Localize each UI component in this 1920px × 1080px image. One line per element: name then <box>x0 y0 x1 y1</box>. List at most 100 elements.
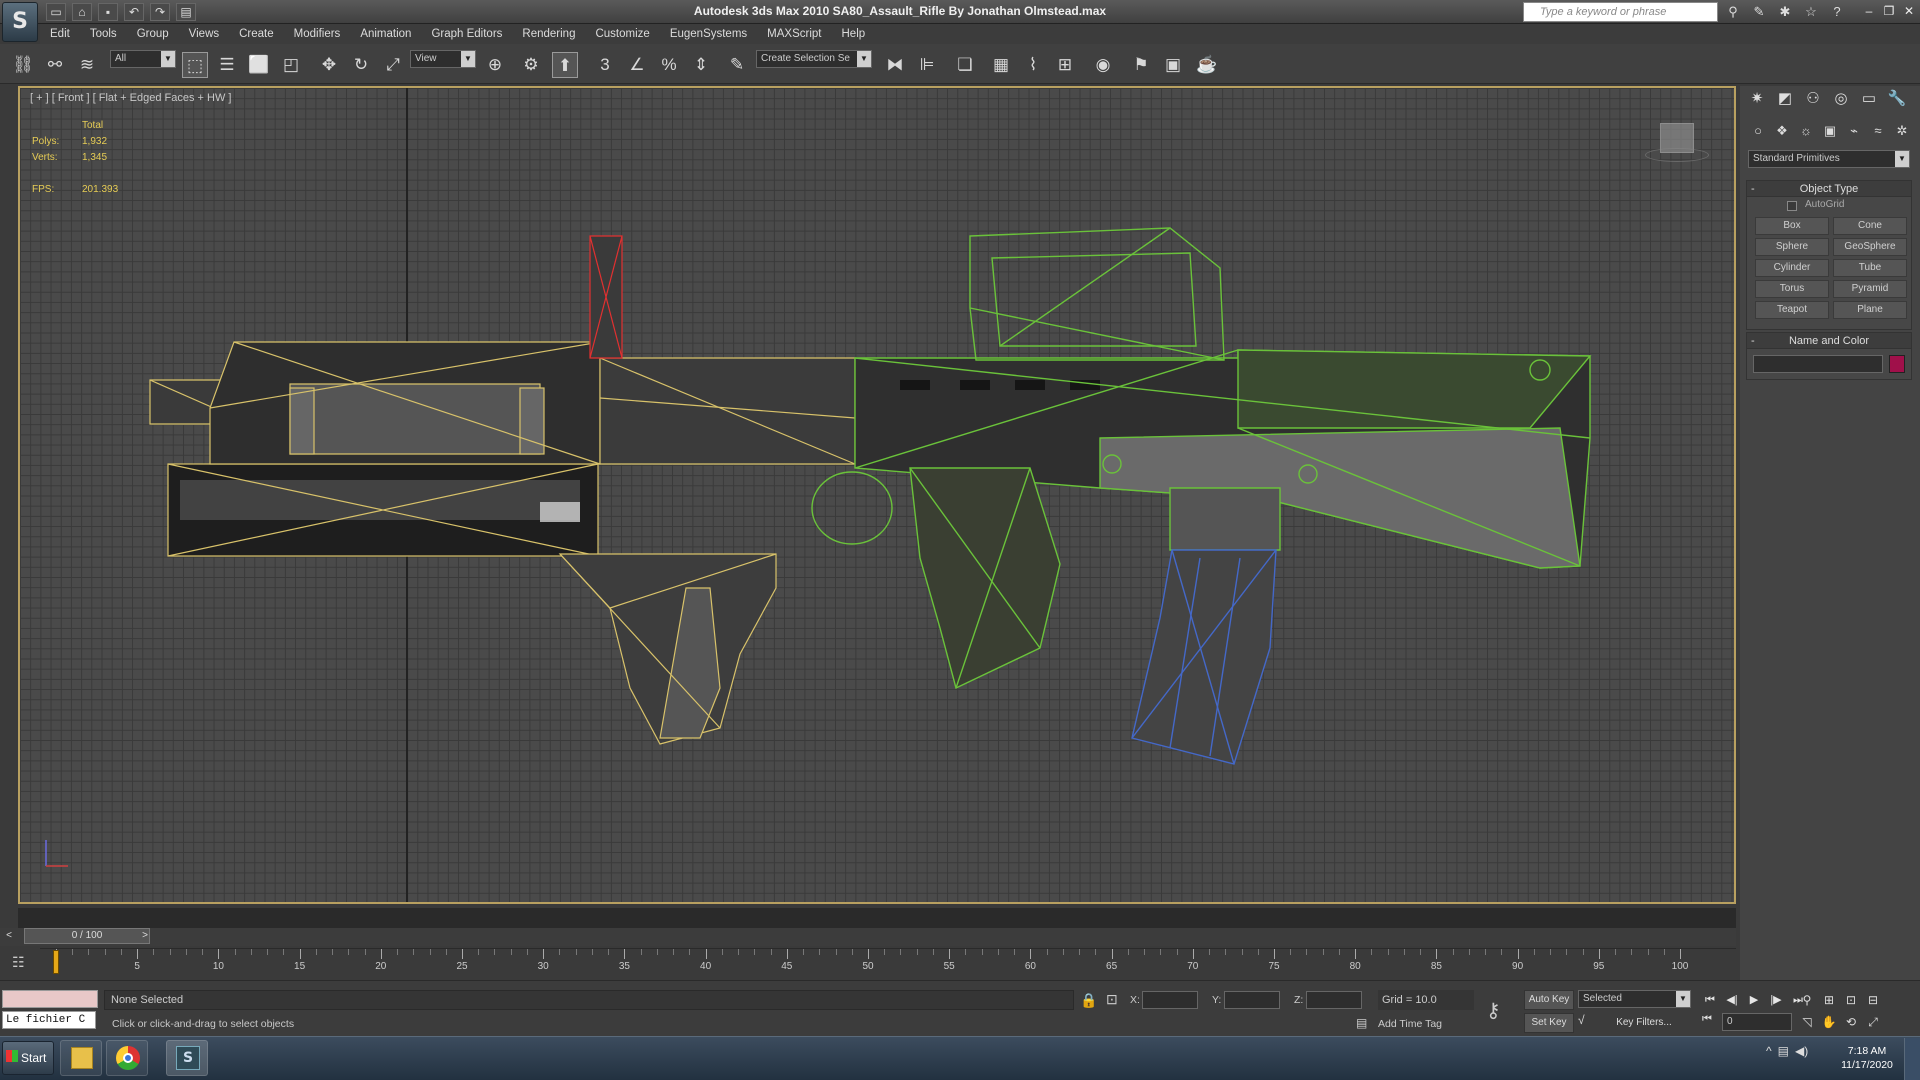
menu-maxscript[interactable]: MAXScript <box>757 24 831 44</box>
modify-tab-icon[interactable]: ◩ <box>1774 88 1796 110</box>
snaps-toggle-icon[interactable]: 3 <box>592 52 618 78</box>
zoom-all-icon[interactable]: ⊞ <box>1818 990 1840 1010</box>
menu-views[interactable]: Views <box>179 24 229 44</box>
sphere-button[interactable]: Sphere <box>1755 238 1829 256</box>
window-crossing-icon[interactable]: ◰ <box>278 52 304 78</box>
previous-frame-icon[interactable]: ◀| <box>1722 990 1742 1010</box>
network-icon[interactable]: ▤ <box>1778 1044 1789 1058</box>
keyboard-shortcut-override-icon[interactable]: ⬆ <box>552 52 578 78</box>
autogrid-checkbox[interactable] <box>1787 201 1797 211</box>
front-sight[interactable] <box>589 235 623 359</box>
motion-tab-icon[interactable]: ◎ <box>1830 88 1852 110</box>
render-setup-icon[interactable]: ⚑ <box>1128 52 1154 78</box>
menu-create[interactable]: Create <box>229 24 284 44</box>
percent-snap-icon[interactable]: % <box>656 52 682 78</box>
show-desktop-button[interactable] <box>1904 1038 1920 1080</box>
save-icon[interactable]: ▪ <box>98 3 118 21</box>
time-slider-prev-icon[interactable]: < <box>2 928 16 944</box>
magazine[interactable] <box>1131 549 1277 765</box>
zoom-extents-icon[interactable]: ⊡ <box>1840 990 1862 1010</box>
display-tab-icon[interactable]: ▭ <box>1858 88 1880 110</box>
object-type-header[interactable]: - Object Type <box>1747 181 1911 197</box>
material-editor-icon[interactable]: ◉ <box>1090 52 1116 78</box>
time-slider-thumb[interactable]: 0 / 100 <box>24 928 150 944</box>
box-button[interactable]: Box <box>1755 217 1829 235</box>
selection-lock-icon[interactable]: 🔒 <box>1080 992 1097 1009</box>
align-icon[interactable]: ⊫ <box>914 52 940 78</box>
curve-editor-icon[interactable]: ⌇ <box>1020 52 1046 78</box>
rendered-frame-window-icon[interactable]: ▣ <box>1160 52 1186 78</box>
set-key-button[interactable]: Set Key <box>1524 1013 1574 1033</box>
zoom-extents-all-icon[interactable]: ⊟ <box>1862 990 1884 1010</box>
new-file-icon[interactable]: ▭ <box>46 3 66 21</box>
torus-button[interactable]: Torus <box>1755 280 1829 298</box>
menu-customize[interactable]: Customize <box>585 24 659 44</box>
graphite-modeling-icon[interactable]: ▦ <box>988 52 1014 78</box>
lights-icon[interactable]: ☼ <box>1796 121 1816 141</box>
object-name-input[interactable] <box>1753 355 1883 373</box>
chrome-task[interactable] <box>106 1040 148 1076</box>
next-frame-icon[interactable]: |▶ <box>1766 990 1786 1010</box>
select-and-scale-icon[interactable]: ⤢ <box>380 52 406 78</box>
cameras-icon[interactable]: ▣ <box>1820 121 1840 141</box>
time-slider-next-icon[interactable]: > <box>138 928 152 944</box>
time-slider-track[interactable] <box>0 928 1736 946</box>
viewcube-compass[interactable] <box>1645 148 1709 162</box>
selection-filter-dropdown[interactable]: All ▼ <box>110 50 176 68</box>
menu-graph-editors[interactable]: Graph Editors <box>421 24 512 44</box>
named-selection-dropdown[interactable]: Create Selection Se ▼ <box>756 50 872 68</box>
schematic-view-icon[interactable]: ⊞ <box>1052 52 1078 78</box>
close-icon[interactable]: ✕ <box>1900 2 1918 20</box>
current-frame-marker[interactable] <box>53 950 59 974</box>
hierarchy-tab-icon[interactable]: ⚇ <box>1802 88 1824 110</box>
select-and-rotate-icon[interactable]: ↻ <box>348 52 374 78</box>
restore-icon[interactable]: ❐ <box>1880 2 1898 20</box>
pyramid-button[interactable]: Pyramid <box>1833 280 1907 298</box>
binoculars-icon[interactable]: ⚲ <box>1722 2 1744 22</box>
track-view-strip[interactable] <box>18 908 1736 930</box>
help-icon[interactable]: ? <box>1826 2 1848 22</box>
menu-tools[interactable]: Tools <box>80 24 127 44</box>
subscription-icon[interactable]: ✱ <box>1774 2 1796 22</box>
zoom-icon[interactable]: ⚲ <box>1796 990 1818 1010</box>
y-coordinate-field[interactable] <box>1224 991 1280 1009</box>
select-by-name-icon[interactable]: ☰ <box>214 52 240 78</box>
current-frame-field[interactable]: 0 <box>1722 1013 1792 1031</box>
tray-expand-icon[interactable]: ^ <box>1766 1044 1772 1058</box>
app-logo-button[interactable]: S <box>2 2 38 42</box>
menu-modifiers[interactable]: Modifiers <box>284 24 351 44</box>
redo-icon[interactable]: ↷ <box>150 3 170 21</box>
curve-editor-toggle-icon[interactable]: ☷ <box>12 954 25 971</box>
edit-named-selection-icon[interactable]: ✎ <box>724 52 750 78</box>
play-icon[interactable]: ▶ <box>1744 990 1764 1010</box>
select-and-move-icon[interactable]: ✥ <box>316 52 342 78</box>
layer-manager-icon[interactable]: ❏ <box>952 52 978 78</box>
helpers-icon[interactable]: ⌁ <box>1844 121 1864 141</box>
key-selection-dropdown[interactable]: Selected ▼ <box>1578 990 1691 1008</box>
absolute-mode-icon[interactable]: ⊡ <box>1106 991 1118 1008</box>
orbit-icon[interactable]: ⟲ <box>1840 1012 1862 1032</box>
object-color-swatch[interactable] <box>1889 355 1905 373</box>
go-to-start-icon[interactable]: ⏮ <box>1700 990 1720 1010</box>
menu-rendering[interactable]: Rendering <box>512 24 585 44</box>
unlink-icon[interactable]: ⚯ <box>42 52 68 78</box>
cylinder-button[interactable]: Cylinder <box>1755 259 1829 277</box>
pan-icon[interactable]: ✋ <box>1818 1012 1840 1032</box>
menu-eugensystems[interactable]: EugenSystems <box>660 24 757 44</box>
menu-edit[interactable]: Edit <box>40 24 80 44</box>
set-keys-key-icon[interactable]: ⚷ <box>1486 998 1501 1023</box>
favorites-star-icon[interactable]: ☆ <box>1800 2 1822 22</box>
reference-coordinate-dropdown[interactable]: View ▼ <box>410 50 476 68</box>
front-viewport[interactable]: [ + ] [ Front ] [ Flat + Edged Faces + H… <box>18 86 1736 904</box>
mini-curve-editor-toggle[interactable]: ☷ <box>0 948 40 978</box>
primitive-type-dropdown[interactable]: Standard Primitives ▼ <box>1748 150 1910 168</box>
3dsmax-task[interactable]: S <box>166 1040 208 1076</box>
rectangular-selection-icon[interactable]: ⬜ <box>246 52 272 78</box>
minimize-icon[interactable]: – <box>1860 2 1878 20</box>
teapot-button[interactable]: Teapot <box>1755 301 1829 319</box>
key-mode-icon[interactable]: √ <box>1578 1013 1585 1027</box>
select-and-link-icon[interactable]: ⛓ <box>10 52 36 78</box>
key-filters-button[interactable]: Key Filters... <box>1596 1013 1692 1033</box>
timeline-ruler[interactable]: 5 10 15 20 25 30 35 40 45 50 55 60 65 70 75 80 85 90 95 100 <box>40 948 1736 978</box>
menu-help[interactable]: Help <box>832 24 876 44</box>
